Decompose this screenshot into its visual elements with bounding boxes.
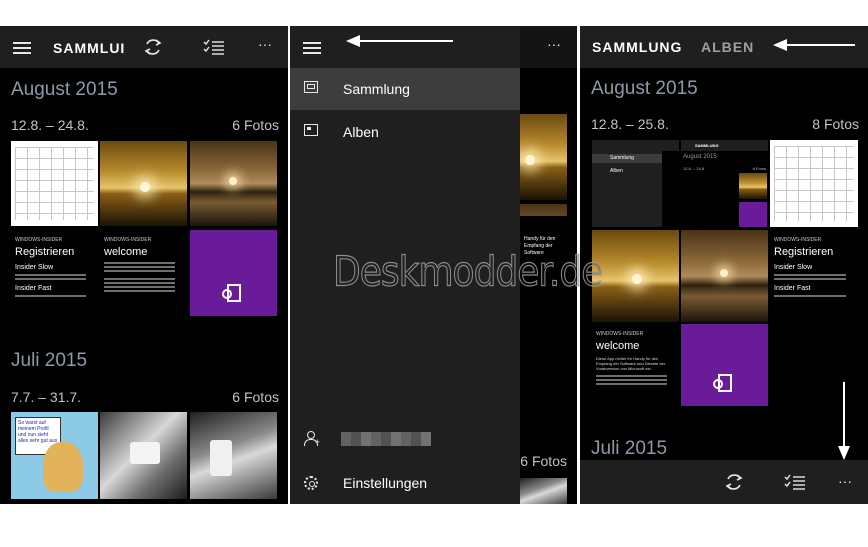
photo-count: 6 Fotos	[232, 117, 279, 133]
photo-thumbnail[interactable]: So warst auf meinem Profil und nun sieht…	[11, 412, 98, 499]
collection-panel: SAMMLUI ··· August 2015 12.8. – 24.8. 6 …	[0, 26, 288, 504]
album-icon	[304, 124, 318, 136]
photo-thumbnail[interactable]: SAMMLUNG August 2015 12.8. – 24.8. 6 Fot…	[681, 140, 768, 227]
nav-item-sammlung[interactable]: Sammlung	[290, 68, 520, 110]
photo-thumbnail[interactable]	[520, 478, 567, 504]
annotation-arrow	[843, 382, 845, 450]
account-name[interactable]	[341, 432, 431, 446]
photo-thumbnail[interactable]	[11, 141, 98, 226]
mini-nav-label: Sammlung	[610, 155, 634, 161]
collection-icon	[304, 81, 318, 93]
more-icon[interactable]: ···	[838, 473, 852, 489]
thumb-heading: welcome	[104, 246, 148, 258]
thumb-sub: Insider Fast	[15, 285, 52, 292]
refresh-icon[interactable]	[723, 471, 745, 493]
photo-thumbnail[interactable]	[770, 140, 858, 227]
thumb-heading: Registrieren	[15, 246, 75, 258]
thumb-sub: Insider Slow	[15, 264, 54, 271]
thumb-header: WINDOWS-INSIDER	[15, 237, 63, 243]
photo-thumbnail[interactable]: WINDOWS-INSIDER welcome	[100, 230, 187, 316]
tab-alben[interactable]: ALBEN	[701, 39, 754, 55]
annotation-arrow	[354, 40, 453, 42]
photo-thumbnail[interactable]: WINDOWS-INSIDER Registrieren Insider Slo…	[770, 230, 858, 322]
section-month: Juli 2015	[591, 438, 668, 459]
refresh-icon[interactable]	[142, 36, 164, 58]
hamburger-icon[interactable]	[303, 41, 321, 55]
add-account-icon[interactable]: +	[304, 431, 320, 447]
thumb-body: Diese App richtet Ihr Handy für den Empf…	[596, 356, 666, 371]
thumb-header: WINDOWS-INSIDER	[596, 331, 644, 337]
photo-thumbnail[interactable]: WINDOWS-INSIDER Registrieren Insider Slo…	[11, 230, 98, 316]
bottom-app-bar: ···	[580, 460, 868, 504]
tab-sammlung[interactable]: SAMMLUNG	[592, 39, 682, 55]
arrow-head-icon	[346, 35, 360, 47]
insider-logo-icon	[221, 284, 241, 302]
mini-title: SAMMLUNG	[695, 143, 719, 148]
photo-thumbnail[interactable]	[190, 230, 277, 316]
photo-count: 6 Fotos	[232, 389, 279, 405]
nav-item-alben[interactable]: Alben	[290, 111, 520, 153]
nav-item-label: Alben	[343, 124, 379, 140]
photo-thumbnail[interactable]: Sammlung Alben	[592, 140, 679, 227]
mini-count: 6 Fotos	[752, 166, 766, 171]
photo-count: 6 Fotos	[520, 453, 567, 469]
mini-month: August 2015	[683, 154, 717, 160]
photo-thumbnail[interactable]	[190, 141, 277, 226]
photo-count: 8 Fotos	[812, 116, 859, 132]
watermark: Deskmodder.de	[332, 248, 603, 297]
date-range: 12.8. – 24.8.	[11, 117, 89, 133]
mini-range: 12.8. – 24.8.	[683, 166, 706, 171]
date-range: 7.7. – 31.7.	[11, 389, 82, 405]
annotation-arrow	[780, 44, 855, 46]
section-month: August 2015	[591, 78, 698, 99]
photo-thumbnail[interactable]	[520, 114, 567, 200]
settings-label[interactable]: Einstellungen	[343, 475, 427, 491]
gear-icon[interactable]	[304, 476, 318, 490]
top-app-bar: SAMMLUI ···	[0, 26, 288, 68]
photo-thumbnail[interactable]	[100, 141, 187, 226]
thumb-heading: Registrieren	[774, 246, 834, 258]
collection-panel-tabs: SAMMLUNG ALBEN August 2015 12.8. – 25.8.…	[580, 26, 868, 504]
date-range: 12.8. – 25.8.	[591, 116, 669, 132]
thumb-header: WINDOWS-INSIDER	[104, 237, 152, 243]
insider-logo-icon	[712, 374, 732, 392]
photo-thumbnail[interactable]	[681, 230, 768, 322]
thumb-header: WINDOWS-INSIDER	[774, 237, 822, 243]
more-icon[interactable]: ···	[258, 36, 272, 52]
arrow-head-icon	[773, 39, 787, 51]
page-title: SAMMLUI	[53, 40, 126, 56]
arrow-head-icon	[838, 446, 850, 460]
select-icon[interactable]	[784, 473, 806, 491]
select-icon[interactable]	[203, 38, 225, 56]
thumb-heading: welcome	[596, 340, 640, 352]
photo-thumbnail[interactable]	[100, 412, 187, 499]
section-month: Juli 2015	[11, 350, 88, 371]
top-app-bar: SAMMLUNG ALBEN	[580, 26, 868, 68]
more-icon[interactable]: ···	[547, 36, 561, 52]
photo-thumbnail[interactable]	[190, 412, 277, 499]
thumb-sub: Insider Slow	[774, 264, 813, 271]
photo-thumbnail[interactable]	[681, 324, 768, 406]
thumb-sub: Insider Fast	[774, 285, 811, 292]
section-month: August 2015	[11, 79, 118, 100]
hamburger-icon[interactable]	[13, 41, 31, 55]
mini-nav-label: Alben	[610, 168, 623, 174]
photo-thumbnail[interactable]	[592, 230, 679, 322]
nav-item-label: Sammlung	[343, 81, 410, 97]
photo-thumbnail[interactable]: WINDOWS-INSIDER welcome Diese App richte…	[592, 324, 679, 406]
